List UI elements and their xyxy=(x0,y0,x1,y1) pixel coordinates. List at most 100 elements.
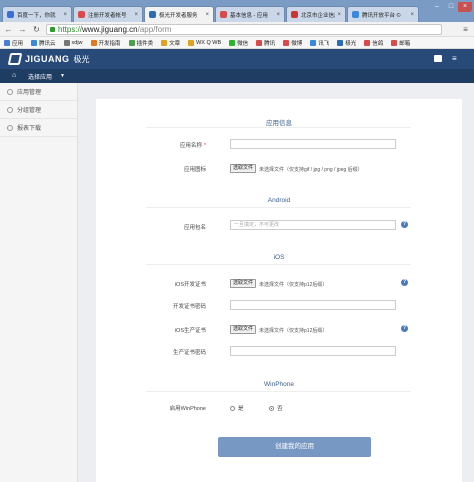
help-icon[interactable]: ? xyxy=(401,221,408,228)
bookmark-item[interactable]: 信鸽 xyxy=(364,39,383,47)
tab-favicon-icon xyxy=(7,11,14,18)
sidebar-item-label: 应用管理 xyxy=(17,90,42,96)
bookmark-item[interactable]: 讯飞 xyxy=(310,39,329,47)
bookmark-icon xyxy=(310,39,317,46)
package-label: 应用包名 xyxy=(183,225,206,231)
package-name-input[interactable]: 一旦填定，不可更改 xyxy=(230,220,396,230)
bookmark-icon xyxy=(364,39,371,46)
group-management-icon xyxy=(7,106,13,113)
sidebar: 应用管理 分组管理 报表下载 xyxy=(0,83,78,482)
app-icon-label: 应用图标 xyxy=(183,167,206,173)
bookmark-item[interactable]: 腾讯云 xyxy=(31,39,56,47)
ios-dev-cert-file-button[interactable]: 选取文件 xyxy=(230,279,257,288)
jiguang-logo-icon xyxy=(7,53,23,65)
dev-cert-password-label: 开发证书密码 xyxy=(172,304,206,310)
help-icon[interactable]: ? xyxy=(401,325,408,332)
bookmark-label: 微博 xyxy=(291,40,303,47)
bookmark-item[interactable]: 腾讯 xyxy=(256,39,275,47)
bookmark-item[interactable]: 文章 xyxy=(161,39,180,47)
bookmark-label: 文章 xyxy=(169,40,181,47)
tab-close-icon[interactable]: × xyxy=(205,12,209,18)
tab-favicon-icon xyxy=(220,11,227,18)
menu-icon[interactable]: ≡ xyxy=(452,55,460,63)
url-input[interactable]: https:// www.jiguang.cn /app/form xyxy=(46,24,442,35)
logo[interactable]: JIGUANG 极光 xyxy=(7,53,90,65)
url-path: /app/form xyxy=(137,25,172,34)
bookmark-icon xyxy=(188,39,195,46)
lock-icon xyxy=(50,27,55,32)
bookmark-item[interactable]: 微博 xyxy=(283,39,302,47)
window-close-icon[interactable]: × xyxy=(458,2,472,12)
tab-close-icon[interactable]: × xyxy=(63,12,67,18)
bookmark-item[interactable]: 极光 xyxy=(337,39,356,47)
bookmark-icon xyxy=(229,39,236,46)
winphone-radio-yes[interactable]: 是 xyxy=(230,404,244,412)
browser-tab[interactable]: 注册开发者帐号 × xyxy=(73,6,143,22)
browser-tab[interactable]: 北京市企业信用 × xyxy=(286,6,346,22)
browser-tab-active[interactable]: 极光开发者服务 × xyxy=(144,6,214,22)
bookmark-icon xyxy=(128,39,135,46)
help-icon[interactable]: ? xyxy=(401,279,408,286)
bookmark-label: 应用 xyxy=(12,40,24,47)
sidebar-item-report-download[interactable]: 报表下载 xyxy=(0,119,77,137)
minimize-icon[interactable]: – xyxy=(430,2,444,12)
tab-close-icon[interactable]: × xyxy=(276,12,280,18)
bookmark-icon xyxy=(4,39,10,46)
sidebar-item-app-management[interactable]: 应用管理 xyxy=(0,83,77,101)
bookmark-item[interactable]: xdjw xyxy=(63,39,83,46)
tab-label: 基本信息 - 应用 xyxy=(230,12,268,19)
browser-tab[interactable]: 腾讯开放平台 © × xyxy=(347,6,419,22)
ios-prod-cert-hint: 未选择文件（仅支持p12后缀） xyxy=(259,328,328,334)
browser-tab[interactable]: 百度一下，你就 × xyxy=(2,6,72,22)
ios-dev-cert-hint: 未选择文件（仅支持p12后缀） xyxy=(259,282,328,288)
dev-cert-password-input[interactable] xyxy=(230,300,396,310)
bookmark-item[interactable]: 微信 xyxy=(229,39,248,47)
bookmark-icon xyxy=(161,39,168,46)
bookmarks-bar: 应用 腾讯云 xdjw 开发指南 插件类 文章 WX Q WB 微信 腾讯 微博… xyxy=(0,37,474,49)
app-name-input[interactable] xyxy=(230,139,396,149)
section-divider xyxy=(146,264,411,265)
winphone-enable-label: 启用WinPhone xyxy=(169,406,206,412)
app-management-icon xyxy=(7,88,13,95)
app-name-label-text: 应用名称 xyxy=(179,143,202,149)
reload-icon[interactable]: ↻ xyxy=(31,24,42,35)
app-icon-file-button[interactable]: 选取文件 xyxy=(230,164,257,173)
maximize-icon[interactable]: □ xyxy=(444,2,458,12)
create-app-button[interactable]: 创建我的应用 xyxy=(218,437,371,457)
form-card: 应用信息 应用名称 * 应用图标 选取文件 未选择文件（仅支持gif / jpg … xyxy=(96,99,462,482)
prod-cert-password-input[interactable] xyxy=(230,346,396,356)
section-divider xyxy=(146,207,411,208)
bookmark-item[interactable]: WX Q WB xyxy=(188,39,222,46)
winphone-radio-no[interactable]: 否 xyxy=(269,404,283,412)
tab-close-icon[interactable]: × xyxy=(134,12,138,18)
forward-arrow-icon[interactable]: → xyxy=(17,24,28,35)
browser-tab[interactable]: 基本信息 - 应用 × xyxy=(215,6,285,22)
home-icon[interactable]: ⌂ xyxy=(12,72,19,79)
bookmark-item[interactable]: 开发指南 xyxy=(90,39,121,47)
section-divider xyxy=(146,127,411,128)
tab-close-icon[interactable]: × xyxy=(337,12,341,18)
radio-yes-label: 是 xyxy=(238,406,244,412)
bookmark-item[interactable]: 插件类 xyxy=(128,39,153,47)
bookmark-item[interactable]: 邮箱 xyxy=(391,39,410,47)
tab-close-icon[interactable]: × xyxy=(410,12,414,18)
app-select-label: 选择应用 xyxy=(28,74,53,81)
bookmark-label: WX Q WB xyxy=(196,39,222,46)
sidebar-item-label: 报表下载 xyxy=(17,126,42,132)
ios-dev-cert-label: iOS开发证书 xyxy=(174,282,206,288)
section-title-winphone: WinPhone xyxy=(264,381,294,388)
back-arrow-icon[interactable]: ← xyxy=(3,24,14,35)
bookmark-label: 邮箱 xyxy=(399,40,411,47)
tab-favicon-icon xyxy=(78,11,85,18)
bookmark-icon xyxy=(31,39,38,46)
browser-menu-icon[interactable]: ≡ xyxy=(461,25,470,34)
bookmark-item[interactable]: 应用 xyxy=(4,39,23,47)
sidebar-item-group-management[interactable]: 分组管理 xyxy=(0,101,77,119)
ios-prod-cert-file-button[interactable]: 选取文件 xyxy=(230,325,257,334)
tab-favicon-icon xyxy=(291,11,298,18)
app-select-dropdown[interactable]: 选择应用 ▼ xyxy=(28,71,78,81)
bookmark-label: 腾讯 xyxy=(264,40,276,47)
mail-icon[interactable] xyxy=(434,55,442,62)
prod-cert-password-label: 生产证书密码 xyxy=(172,350,206,356)
tab-label: 极光开发者服务 xyxy=(159,12,198,19)
